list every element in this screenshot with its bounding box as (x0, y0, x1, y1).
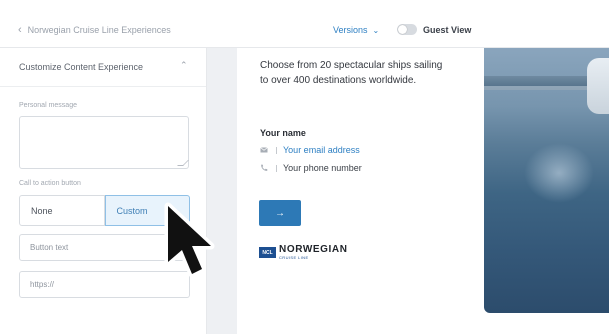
panel-title: Customize Content Experience (19, 62, 144, 72)
top-bar: ‹ Norwegian Cruise Line Experiences Vers… (0, 0, 609, 48)
norwegian-logo: NCL NORWEGIAN CRUISE LINE (259, 245, 348, 260)
preview-headline: Choose from 20 spectacular ships sailing… (260, 60, 443, 86)
phone-field[interactable]: Your phone number (259, 163, 362, 173)
personal-message-label: Personal message (19, 102, 77, 109)
chevron-left-icon: ‹ (18, 23, 22, 36)
logo-wordmark: NORWEGIAN (279, 244, 348, 255)
envelope-icon (259, 147, 269, 153)
field-separator (276, 146, 277, 154)
chevron-down-icon: ⌄ (372, 25, 380, 35)
versions-dropdown[interactable]: Versions ⌄ (333, 25, 379, 35)
hero-photo (484, 48, 609, 313)
field-separator (276, 164, 277, 172)
versions-label: Versions (333, 25, 368, 35)
guest-view-toggle[interactable] (397, 24, 417, 35)
guest-view-label: Guest View (423, 25, 472, 35)
water-highlight (524, 143, 594, 203)
preview-canvas: Choose from 20 spectacular ships sailing… (207, 48, 609, 334)
preview-card: Choose from 20 spectacular ships sailing… (237, 48, 609, 334)
back-link-label: Norwegian Cruise Line Experiences (27, 25, 171, 35)
resize-handle-icon[interactable] (177, 160, 189, 166)
toggle-knob (398, 25, 407, 34)
logo-subtitle: CRUISE LINE (279, 255, 309, 260)
cta-arrow-button[interactable]: → (259, 200, 301, 226)
email-placeholder: Your email address (283, 145, 360, 155)
arrow-right-icon: → (275, 207, 285, 219)
cta-label: Call to action button (19, 180, 81, 187)
phone-placeholder: Your phone number (283, 163, 362, 173)
email-field[interactable]: Your email address (259, 145, 360, 155)
mouse-pointer-icon (164, 202, 215, 278)
phone-icon (259, 164, 269, 172)
customize-panel: Customize Content Experience ⌃ Personal … (0, 48, 207, 334)
chevron-up-icon[interactable]: ⌃ (180, 60, 188, 71)
app-window: ‹ Norwegian Cruise Line Experiences Vers… (0, 0, 609, 334)
back-link[interactable]: ‹ Norwegian Cruise Line Experiences (18, 23, 171, 36)
personal-message-input[interactable] (19, 116, 189, 169)
cta-option-none[interactable]: None (19, 195, 105, 226)
panel-header[interactable]: Customize Content Experience ⌃ (0, 48, 206, 87)
ncl-badge: NCL (259, 247, 276, 258)
photo-figure (587, 58, 609, 114)
name-field-label: Your name (260, 128, 306, 138)
